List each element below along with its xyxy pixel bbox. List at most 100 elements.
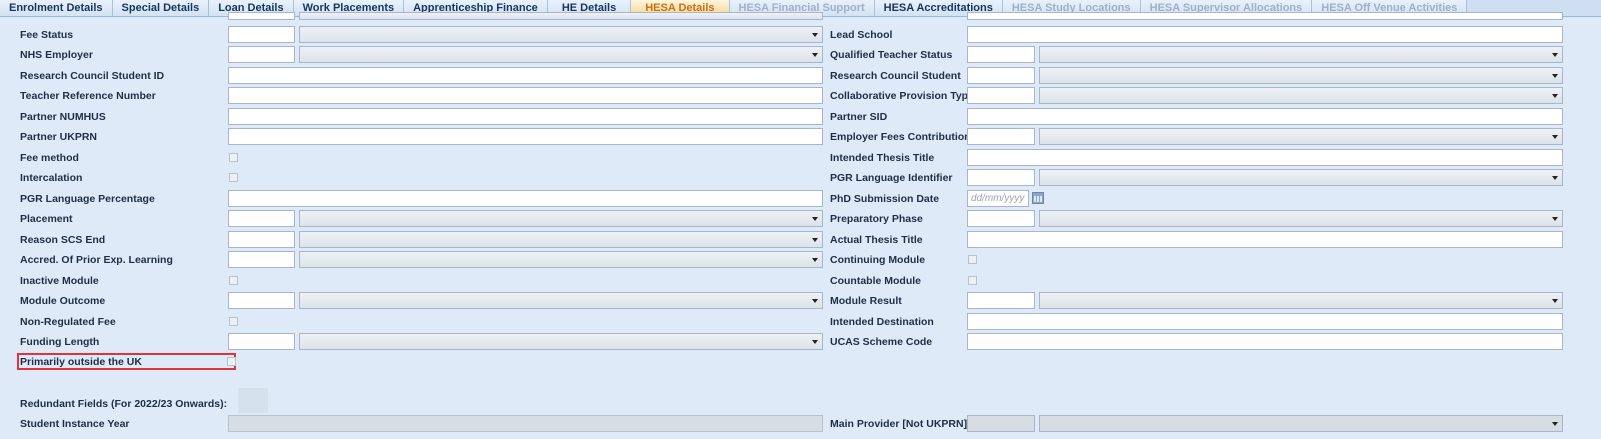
calendar-icon[interactable] xyxy=(1032,192,1044,204)
module-result-label: Module Result xyxy=(830,295,902,307)
intercalation-checkbox[interactable] xyxy=(229,173,238,182)
cropped-text-field xyxy=(967,12,1563,20)
tab-special-details[interactable]: Special Details xyxy=(112,0,210,16)
ucas-scheme-code-input[interactable] xyxy=(967,333,1563,350)
chevron-down-icon xyxy=(1552,94,1558,98)
collaborative-provision-type-select[interactable] xyxy=(1039,87,1563,104)
research-council-student-code[interactable] xyxy=(967,67,1035,84)
nhs-employer-select[interactable] xyxy=(299,46,823,63)
placement-select[interactable] xyxy=(299,210,823,227)
preparatory-phase-code[interactable] xyxy=(967,210,1035,227)
chevron-down-icon xyxy=(1552,422,1558,426)
module-outcome-select[interactable] xyxy=(299,292,823,309)
research-council-student-select[interactable] xyxy=(1039,67,1563,84)
reason-scs-end-select[interactable] xyxy=(299,231,823,248)
qualified-teacher-status-code[interactable] xyxy=(967,46,1035,63)
employer-fees-contribution-select[interactable] xyxy=(1039,128,1563,145)
primarily-outside-uk-label: Primarily outside the UK xyxy=(20,356,142,368)
intercalation-label: Intercalation xyxy=(20,172,83,184)
preparatory-phase-label: Preparatory Phase xyxy=(830,213,923,225)
chevron-down-icon xyxy=(1552,299,1558,303)
countable-module-checkbox[interactable] xyxy=(968,276,977,285)
tab-enrolment-details[interactable]: Enrolment Details xyxy=(0,0,113,16)
countable-module-label: Countable Module xyxy=(830,275,921,287)
lead-school-label: Lead School xyxy=(830,29,893,41)
chevron-down-icon xyxy=(1552,135,1558,139)
actual-thesis-title-label: Actual Thesis Title xyxy=(830,234,923,246)
hesa-details-form: Fee Status NHS Employer Research Council… xyxy=(0,12,1601,439)
chevron-down-icon xyxy=(812,258,818,262)
partner-numhus-label: Partner NUMHUS xyxy=(20,111,106,123)
non-regulated-fee-label: Non-Regulated Fee xyxy=(20,316,116,328)
fee-method-label: Fee method xyxy=(20,152,79,164)
faded-placeholder xyxy=(238,388,268,413)
actual-thesis-title-input[interactable] xyxy=(967,231,1563,248)
intended-thesis-title-input[interactable] xyxy=(967,149,1563,166)
chevron-down-icon xyxy=(1552,217,1558,221)
partner-sid-input[interactable] xyxy=(967,108,1563,125)
nhs-employer-code[interactable] xyxy=(228,46,295,63)
module-outcome-label: Module Outcome xyxy=(20,295,106,307)
main-provider-code[interactable] xyxy=(967,415,1035,432)
main-provider-label: Main Provider [Not UKPRN] xyxy=(830,418,968,430)
partner-ukprn-input[interactable] xyxy=(228,128,823,145)
primarily-outside-uk-checkbox[interactable] xyxy=(227,357,236,366)
inactive-module-checkbox[interactable] xyxy=(229,276,238,285)
module-outcome-code[interactable] xyxy=(228,292,295,309)
phd-submission-date-input[interactable]: dd/mm/yyyy xyxy=(967,190,1029,207)
fee-status-label: Fee Status xyxy=(20,29,74,41)
chevron-down-icon xyxy=(812,33,818,37)
qualified-teacher-status-label: Qualified Teacher Status xyxy=(830,49,953,61)
employer-fees-contribution-label: Employer Fees Contribution xyxy=(830,131,971,143)
funding-length-select[interactable] xyxy=(299,333,823,350)
chevron-down-icon xyxy=(812,217,818,221)
collaborative-provision-type-code[interactable] xyxy=(967,87,1035,104)
cropped-select xyxy=(299,12,823,20)
partner-sid-label: Partner SID xyxy=(830,111,888,123)
chevron-down-icon xyxy=(812,340,818,344)
pgr-language-identifier-code[interactable] xyxy=(967,169,1035,186)
intended-destination-input[interactable] xyxy=(967,313,1563,330)
redundant-fields-heading: Redundant Fields (For 2022/23 Onwards): xyxy=(20,398,228,410)
chevron-down-icon xyxy=(812,53,818,57)
non-regulated-fee-checkbox[interactable] xyxy=(229,317,238,326)
research-council-student-id-label: Research Council Student ID xyxy=(20,70,165,82)
pgr-language-identifier-select[interactable] xyxy=(1039,169,1563,186)
cropped-code-field xyxy=(228,12,295,20)
reason-scs-end-code[interactable] xyxy=(228,231,295,248)
funding-length-code[interactable] xyxy=(228,333,295,350)
chevron-down-icon xyxy=(812,299,818,303)
intended-destination-label: Intended Destination xyxy=(830,316,934,328)
main-provider-select[interactable] xyxy=(1039,415,1563,432)
intended-thesis-title-label: Intended Thesis Title xyxy=(830,152,935,164)
fee-method-checkbox[interactable] xyxy=(229,153,238,162)
pgr-language-percentage-input[interactable] xyxy=(228,190,823,207)
accred-prior-exp-select[interactable] xyxy=(299,251,823,268)
placement-code[interactable] xyxy=(228,210,295,227)
ucas-scheme-code-label: UCAS Scheme Code xyxy=(830,336,933,348)
lead-school-input[interactable] xyxy=(967,26,1563,43)
qualified-teacher-status-select[interactable] xyxy=(1039,46,1563,63)
collaborative-provision-type-label: Collaborative Provision Type xyxy=(830,90,974,102)
student-instance-year-input[interactable] xyxy=(228,415,823,432)
teacher-reference-number-input[interactable] xyxy=(228,87,823,104)
chevron-down-icon xyxy=(1552,74,1558,78)
teacher-reference-number-label: Teacher Reference Number xyxy=(20,90,156,102)
research-council-student-id-input[interactable] xyxy=(228,67,823,84)
accred-prior-exp-code[interactable] xyxy=(228,251,295,268)
partner-numhus-input[interactable] xyxy=(228,108,823,125)
fee-status-code[interactable] xyxy=(228,26,295,43)
chevron-down-icon xyxy=(812,238,818,242)
module-result-code[interactable] xyxy=(967,292,1035,309)
fee-status-select[interactable] xyxy=(299,26,823,43)
research-council-student-label: Research Council Student xyxy=(830,70,961,82)
accred-prior-exp-label: Accred. Of Prior Exp. Learning xyxy=(20,254,173,266)
partner-ukprn-label: Partner UKPRN xyxy=(20,131,98,143)
preparatory-phase-select[interactable] xyxy=(1039,210,1563,227)
pgr-language-identifier-label: PGR Language Identifier xyxy=(830,172,953,184)
continuing-module-checkbox[interactable] xyxy=(968,255,977,264)
employer-fees-contribution-code[interactable] xyxy=(967,128,1035,145)
reason-scs-end-label: Reason SCS End xyxy=(20,234,106,246)
module-result-select[interactable] xyxy=(1039,292,1563,309)
inactive-module-label: Inactive Module xyxy=(20,275,99,287)
